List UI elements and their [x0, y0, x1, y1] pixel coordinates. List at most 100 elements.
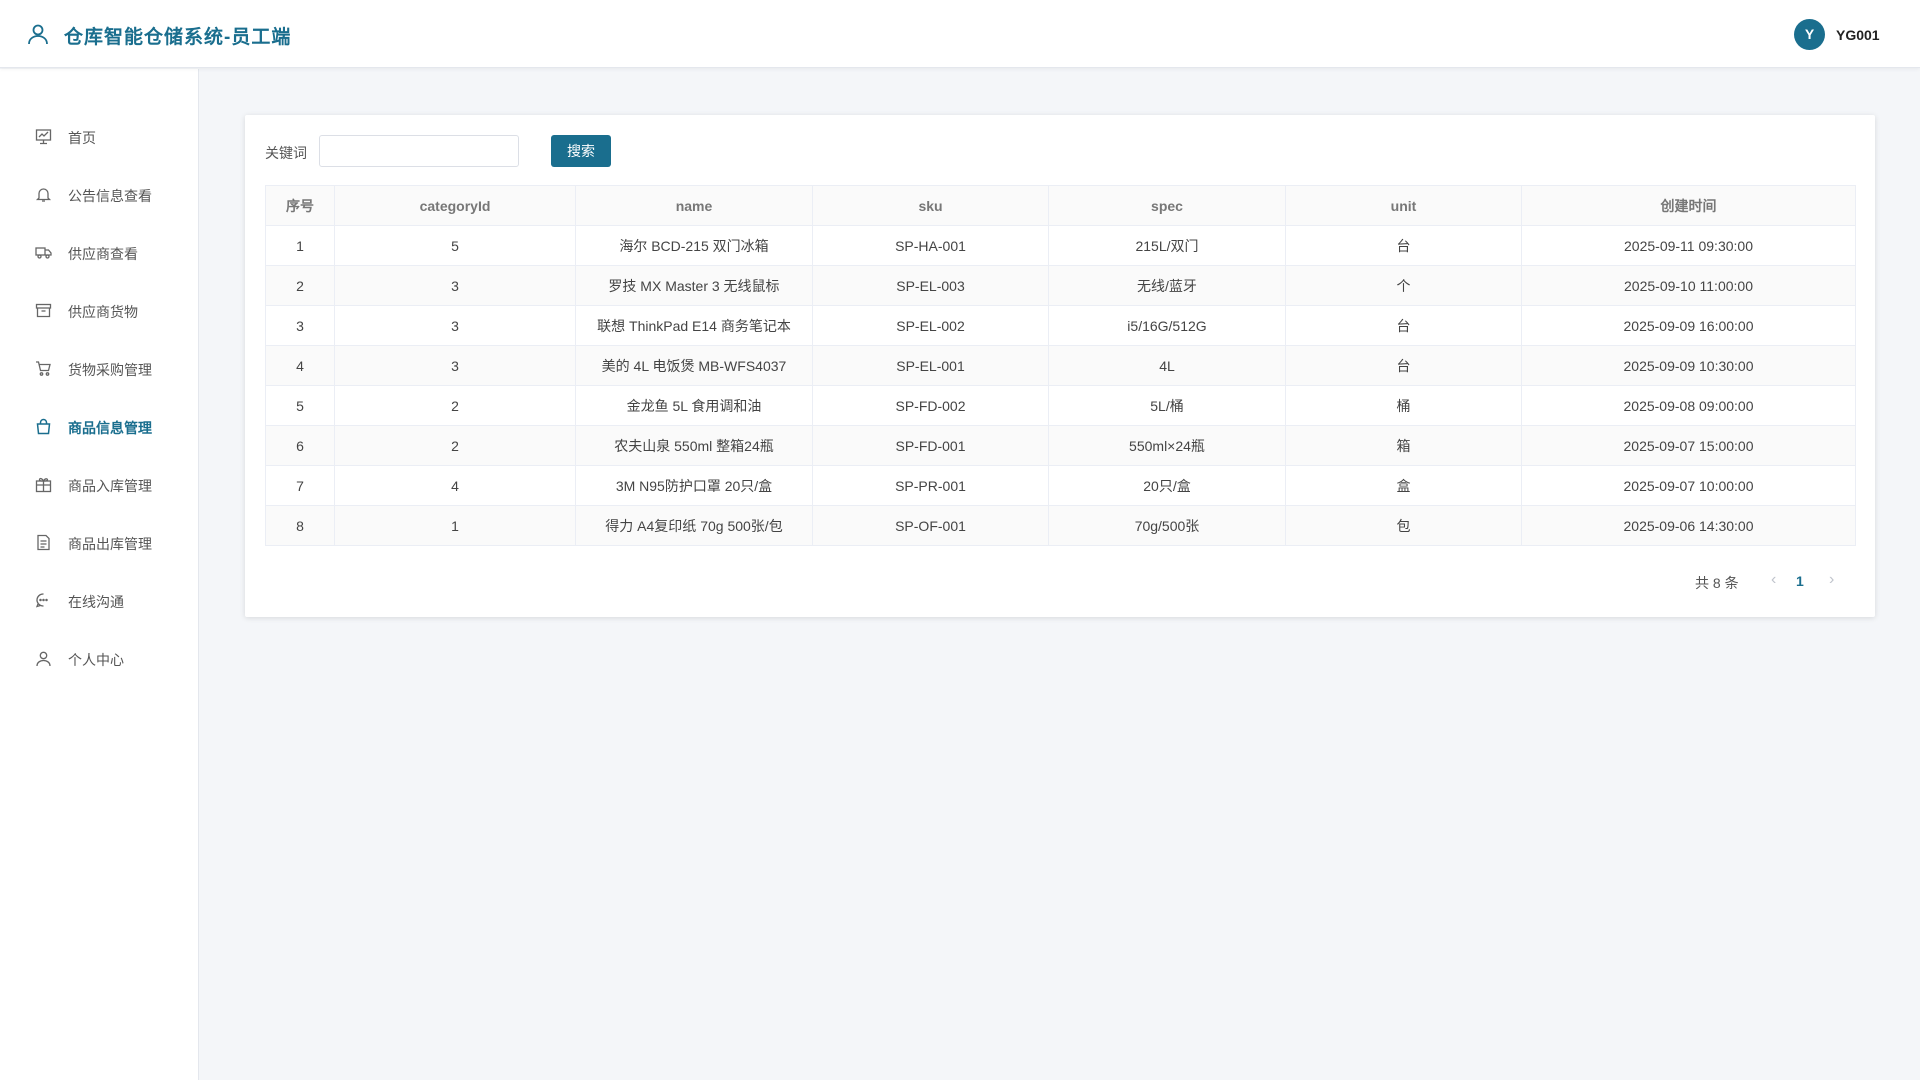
column-header-spec[interactable]: spec	[1048, 185, 1286, 226]
cell-name: 美的 4L 电饭煲 MB-WFS4037	[575, 345, 813, 386]
cell-spec: 5L/桶	[1048, 385, 1286, 426]
cell-sku: SP-HA-001	[812, 225, 1049, 266]
cell-index: 8	[265, 505, 335, 546]
user-icon	[35, 650, 52, 667]
cell-created-at: 2025-09-07 10:00:00	[1521, 465, 1856, 506]
sidebar-item-product-info[interactable]: 商品信息管理	[0, 406, 199, 446]
document-icon	[35, 534, 52, 551]
cell-unit: 包	[1285, 505, 1522, 546]
cell-spec: 215L/双门	[1048, 225, 1286, 266]
truck-icon	[35, 244, 52, 261]
cell-name: 联想 ThinkPad E14 商务笔记本	[575, 305, 813, 346]
cell-name: 农夫山泉 550ml 整箱24瓶	[575, 425, 813, 466]
sidebar-item-chat[interactable]: 在线沟通	[0, 580, 199, 620]
keyword-label: 关键词	[265, 145, 307, 161]
sidebar-item-inbound[interactable]: 商品入库管理	[0, 464, 199, 504]
pagination: 共 8 条 ‹ 1 ›	[1695, 571, 1865, 591]
sidebar-item-announcements[interactable]: 公告信息查看	[0, 174, 199, 214]
sidebar-item-label: 货物采购管理	[68, 362, 152, 378]
sidebar-item-label: 供应商货物	[68, 304, 138, 320]
gift-icon	[35, 476, 52, 493]
cell-name: 金龙鱼 5L 食用调和油	[575, 385, 813, 426]
top-header: 仓库智能仓储系统-员工端 Y YG001	[0, 0, 1920, 68]
table-row[interactable]: 2 3 罗技 MX Master 3 无线鼠标 SP-EL-003 无线/蓝牙 …	[265, 265, 1856, 306]
cell-spec: 无线/蓝牙	[1048, 265, 1286, 306]
cell-index: 3	[265, 305, 335, 346]
cell-spec: 20只/盒	[1048, 465, 1286, 506]
cell-category-id: 2	[334, 425, 576, 466]
sidebar-item-profile[interactable]: 个人中心	[0, 638, 199, 678]
sidebar-nav: 首页 公告信息查看 供应商查看 供应商货物 货物采购管理 商品信息管理 商品入库…	[0, 69, 199, 1080]
cell-spec: 70g/500张	[1048, 505, 1286, 546]
cell-unit: 箱	[1285, 425, 1522, 466]
table-row[interactable]: 7 4 3M N95防护口罩 20只/盒 SP-PR-001 20只/盒 盒 2…	[265, 465, 1856, 506]
column-header-category-id[interactable]: categoryId	[334, 185, 576, 226]
cell-sku: SP-EL-001	[812, 345, 1049, 386]
cell-unit: 盒	[1285, 465, 1522, 506]
sidebar-item-label: 供应商查看	[68, 246, 138, 262]
sidebar-item-home[interactable]: 首页	[0, 116, 199, 156]
cell-unit: 台	[1285, 305, 1522, 346]
sidebar-item-supplier-goods[interactable]: 供应商货物	[0, 290, 199, 330]
table-row[interactable]: 6 2 农夫山泉 550ml 整箱24瓶 SP-FD-001 550ml×24瓶…	[265, 425, 1856, 466]
bell-icon	[35, 186, 52, 203]
sidebar-item-procurement[interactable]: 货物采购管理	[0, 348, 199, 388]
cell-sku: SP-EL-002	[812, 305, 1049, 346]
search-button[interactable]: 搜索	[551, 135, 611, 167]
cell-category-id: 4	[334, 465, 576, 506]
table-row[interactable]: 5 2 金龙鱼 5L 食用调和油 SP-FD-002 5L/桶 桶 2025-0…	[265, 385, 1856, 426]
table-row[interactable]: 8 1 得力 A4复印纸 70g 500张/包 SP-OF-001 70g/50…	[265, 505, 1856, 546]
cell-category-id: 3	[334, 265, 576, 306]
sidebar-item-label: 商品入库管理	[68, 478, 152, 494]
chevron-left-icon[interactable]: ‹	[1771, 571, 1776, 589]
sidebar-item-label: 商品出库管理	[68, 536, 152, 552]
cell-created-at: 2025-09-07 15:00:00	[1521, 425, 1856, 466]
product-table: 序号 categoryId name sku spec unit 创建时间 1 …	[265, 185, 1856, 546]
cart-icon	[35, 360, 52, 377]
cell-category-id: 3	[334, 305, 576, 346]
cell-created-at: 2025-09-11 09:30:00	[1521, 225, 1856, 266]
cell-created-at: 2025-09-10 11:00:00	[1521, 265, 1856, 306]
table-row[interactable]: 4 3 美的 4L 电饭煲 MB-WFS4037 SP-EL-001 4L 台 …	[265, 345, 1856, 386]
cell-name: 海尔 BCD-215 双门冰箱	[575, 225, 813, 266]
chevron-right-icon[interactable]: ›	[1829, 571, 1834, 589]
cell-category-id: 5	[334, 225, 576, 266]
bag-icon	[35, 418, 52, 435]
sidebar-item-label: 在线沟通	[68, 594, 124, 610]
cell-created-at: 2025-09-09 10:30:00	[1521, 345, 1856, 386]
table-row[interactable]: 3 3 联想 ThinkPad E14 商务笔记本 SP-EL-002 i5/1…	[265, 305, 1856, 346]
box-icon	[35, 302, 52, 319]
sidebar-item-label: 商品信息管理	[68, 420, 152, 436]
avatar[interactable]: Y	[1794, 19, 1825, 50]
cell-sku: SP-FD-002	[812, 385, 1049, 426]
cell-index: 6	[265, 425, 335, 466]
cell-unit: 台	[1285, 345, 1522, 386]
sidebar-item-outbound[interactable]: 商品出库管理	[0, 522, 199, 562]
cell-name: 罗技 MX Master 3 无线鼠标	[575, 265, 813, 306]
cell-spec: i5/16G/512G	[1048, 305, 1286, 346]
cell-category-id: 2	[334, 385, 576, 426]
home-chart-icon	[35, 128, 52, 145]
user-outline-icon	[26, 22, 50, 46]
sidebar-item-suppliers[interactable]: 供应商查看	[0, 232, 199, 272]
cell-category-id: 1	[334, 505, 576, 546]
sidebar-item-label: 个人中心	[68, 652, 124, 668]
column-header-sku[interactable]: sku	[812, 185, 1049, 226]
column-header-name[interactable]: name	[575, 185, 813, 226]
cell-sku: SP-PR-001	[812, 465, 1049, 506]
cell-sku: SP-FD-001	[812, 425, 1049, 466]
table-header-row: 序号 categoryId name sku spec unit 创建时间	[265, 185, 1856, 226]
cell-index: 4	[265, 345, 335, 386]
column-header-index[interactable]: 序号	[265, 185, 335, 226]
column-header-unit[interactable]: unit	[1285, 185, 1522, 226]
cell-category-id: 3	[334, 345, 576, 386]
cell-index: 1	[265, 225, 335, 266]
cell-spec: 4L	[1048, 345, 1286, 386]
table-row[interactable]: 1 5 海尔 BCD-215 双门冰箱 SP-HA-001 215L/双门 台 …	[265, 225, 1856, 266]
pagination-page-button[interactable]: 1	[1796, 573, 1804, 589]
cell-name: 3M N95防护口罩 20只/盒	[575, 465, 813, 506]
chat-icon	[35, 592, 52, 609]
column-header-created-at[interactable]: 创建时间	[1521, 185, 1856, 226]
keyword-input[interactable]	[319, 135, 519, 167]
username-label[interactable]: YG001	[1836, 27, 1880, 43]
